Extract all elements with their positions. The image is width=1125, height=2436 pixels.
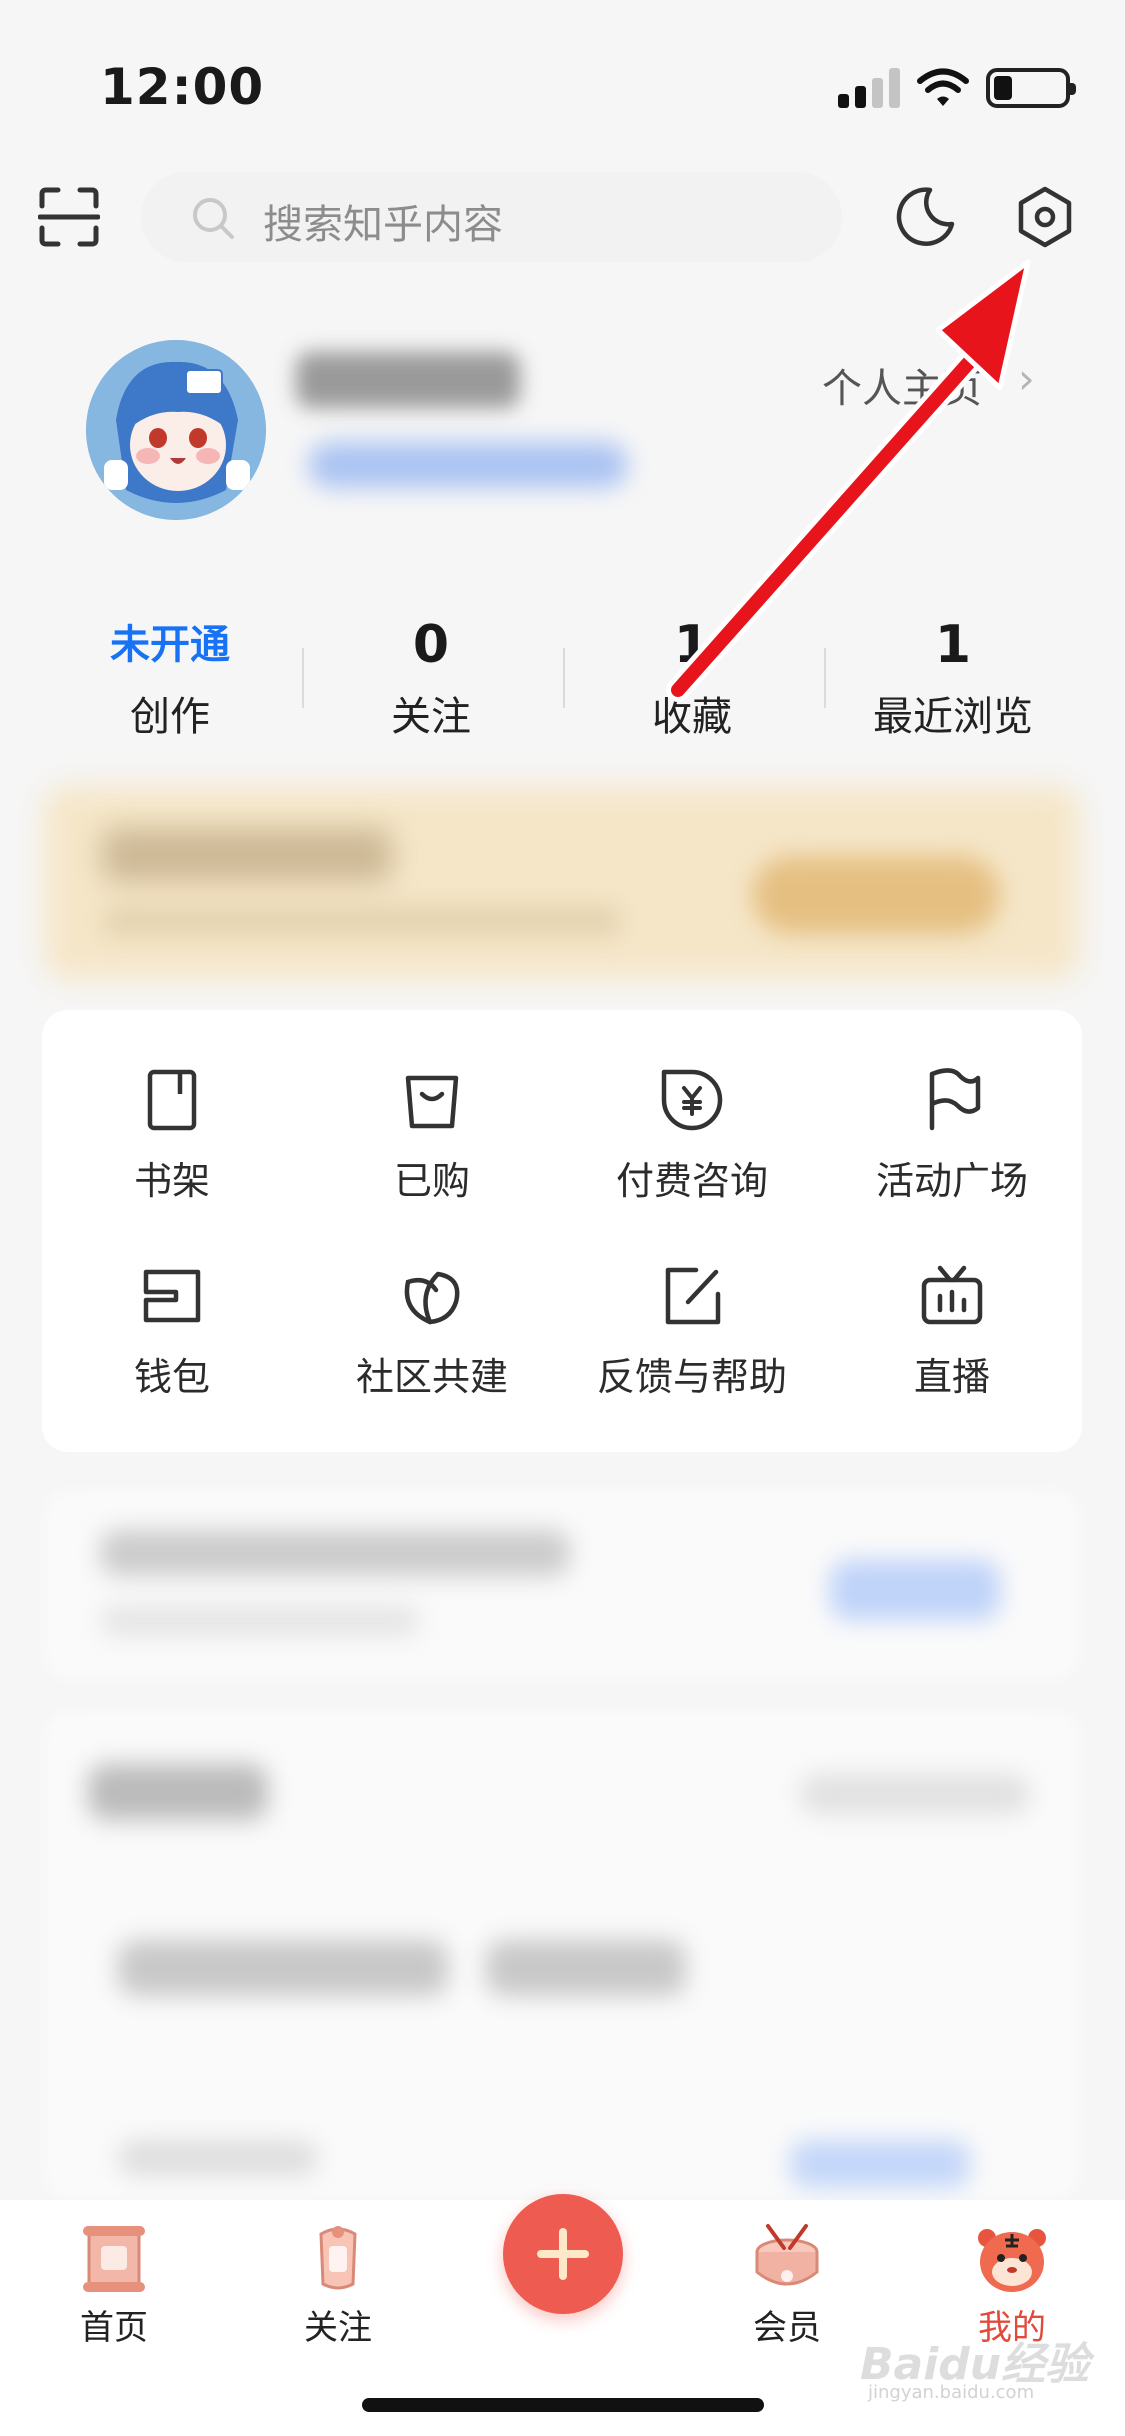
- stat-label: 最近浏览: [873, 694, 1033, 740]
- status-time: 12:00: [100, 58, 265, 116]
- flag-icon: [929, 1068, 981, 1131]
- blurred-text: [100, 1530, 570, 1576]
- stat-label: 创作: [130, 694, 210, 740]
- profile-page-link[interactable]: 个人主页: [822, 356, 982, 414]
- blurred-button: [830, 1560, 1000, 1620]
- stat-following[interactable]: 0 关注: [301, 612, 561, 742]
- tab-label: 首页: [80, 2308, 148, 2348]
- member-drum-icon: [755, 2224, 819, 2286]
- search-icon: [193, 198, 234, 239]
- promo-title-blurred: [102, 828, 392, 882]
- tool-bookshelf[interactable]: 书架: [42, 1064, 302, 1205]
- promo-subtitle-blurred: [102, 906, 622, 936]
- blurred-text: [486, 1940, 686, 1996]
- tab-label: 关注: [304, 2308, 372, 2348]
- home-indicator: [362, 2398, 764, 2412]
- settings-icon[interactable]: [1012, 184, 1078, 250]
- tab-home[interactable]: 首页: [34, 2220, 194, 2349]
- scan-icon[interactable]: [38, 186, 100, 248]
- stat-label: 收藏: [652, 694, 732, 740]
- wallet-icon: [143, 1269, 201, 1323]
- live-tv-icon: [921, 1265, 983, 1325]
- tool-label: 反馈与帮助: [596, 1355, 787, 1399]
- tool-label: 活动广场: [875, 1159, 1028, 1203]
- tools-grid: 书架 已购 付费咨询 活动广场 钱包 社区共建 反馈与帮助 直播: [42, 1010, 1082, 1452]
- blurred-button: [790, 2140, 970, 2188]
- feedback-icon: [665, 1267, 721, 1325]
- stat-value: 0: [412, 615, 450, 675]
- tool-label: 书架: [133, 1159, 210, 1203]
- watermark-url: jingyan.baidu.com: [868, 2382, 1035, 2403]
- stat-value: 1: [673, 615, 711, 675]
- profile-tiger-icon: [978, 2229, 1046, 2292]
- search-bar[interactable]: 搜索知乎内容: [141, 172, 842, 262]
- stat-favorites[interactable]: 1 收藏: [562, 612, 822, 742]
- tool-community[interactable]: 社区共建: [302, 1260, 562, 1401]
- tab-member[interactable]: 会员: [707, 2220, 867, 2349]
- username-blurred: [296, 352, 520, 408]
- blurred-text: [800, 1774, 1030, 1814]
- promo-button-blurred[interactable]: [752, 856, 1000, 934]
- home-scroll-icon: [83, 2226, 145, 2292]
- tool-purchased[interactable]: 已购: [302, 1064, 562, 1205]
- shopping-bag-icon: [405, 1075, 459, 1129]
- tool-label: 付费咨询: [615, 1159, 768, 1203]
- chevron-right-icon: ›: [1018, 354, 1035, 403]
- stat-label: 关注: [391, 694, 471, 740]
- blurred-text: [118, 2140, 318, 2176]
- bookshelf-icon: [147, 1069, 197, 1131]
- blurred-text: [118, 1940, 448, 1996]
- search-placeholder: 搜索知乎内容: [263, 202, 503, 248]
- plus-icon: [537, 2228, 589, 2280]
- night-mode-icon[interactable]: [892, 184, 958, 250]
- battery-icon: [986, 68, 1076, 108]
- avatar[interactable]: [86, 340, 266, 520]
- blurred-text: [88, 1764, 268, 1820]
- tool-feedback[interactable]: 反馈与帮助: [562, 1260, 822, 1401]
- stat-value: 未开通: [110, 622, 230, 668]
- tool-wallet[interactable]: 钱包: [42, 1260, 302, 1401]
- cellular-signal-icon: [838, 66, 900, 108]
- stat-recent[interactable]: 1 最近浏览: [823, 612, 1083, 742]
- tab-follow[interactable]: 关注: [258, 2220, 418, 2349]
- stat-value: 1: [934, 615, 972, 675]
- follow-scroll-icon: [319, 2226, 357, 2290]
- tool-label: 社区共建: [355, 1355, 508, 1399]
- user-badge-blurred: [308, 442, 628, 488]
- leaf-icon: [404, 1271, 460, 1325]
- publish-button[interactable]: [503, 2194, 623, 2314]
- tool-label: 直播: [913, 1355, 990, 1399]
- paid-consult-icon: [661, 1069, 723, 1131]
- tool-paid-consult[interactable]: 付费咨询: [562, 1064, 822, 1205]
- tool-label: 已购: [393, 1159, 470, 1203]
- tool-events[interactable]: 活动广场: [822, 1064, 1082, 1205]
- wifi-icon: [917, 68, 969, 106]
- tool-live[interactable]: 直播: [822, 1260, 1082, 1401]
- tab-label: 会员: [753, 2308, 821, 2348]
- tool-label: 钱包: [133, 1355, 210, 1399]
- blurred-text: [100, 1606, 420, 1636]
- stat-creation[interactable]: 未开通 创作: [40, 612, 300, 742]
